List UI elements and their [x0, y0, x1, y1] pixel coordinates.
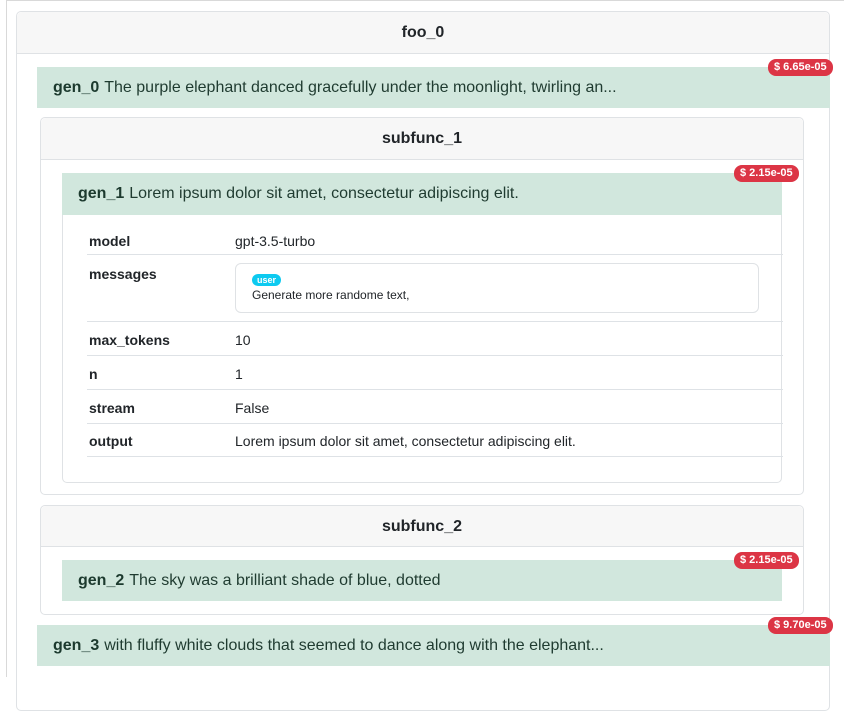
n-key: n	[89, 366, 98, 382]
gen-1-bar[interactable]: gen_1 Lorem ipsum dolor sit amet, consec…	[62, 173, 782, 215]
model-key: model	[89, 233, 131, 249]
gen-3-text: with fluffy white clouds that seemed to …	[104, 636, 604, 654]
message-text: Generate more randome text,	[252, 288, 410, 302]
foo-0-title: foo_0	[401, 24, 445, 41]
subfunc-1-header[interactable]: subfunc_1	[41, 118, 803, 160]
gen-1-details: model gpt-3.5-turbo messages user Genera…	[62, 215, 783, 483]
output-key: output	[89, 433, 133, 449]
message-box: user Generate more randome text,	[235, 263, 759, 313]
gen-0-name: gen_0	[53, 78, 100, 96]
gen-1-text: Lorem ipsum dolor sit amet, consectetur …	[129, 185, 519, 202]
n-value: 1	[235, 366, 243, 382]
gen-1-name: gen_1	[78, 185, 125, 202]
frame-top-border	[6, 0, 844, 1]
detail-row-stream: stream False	[87, 390, 783, 424]
foo-0-header[interactable]: foo_0	[17, 12, 829, 54]
gen-0-cost-badge: $ 6.65e-05	[768, 59, 833, 76]
subfunc-2-header[interactable]: subfunc_2	[41, 506, 803, 547]
detail-row-n: n 1	[87, 356, 783, 390]
gen-1-cost-badge: $ 2.15e-05	[734, 165, 799, 182]
stream-key: stream	[89, 400, 135, 416]
gen-0-text: The purple elephant danced gracefully un…	[104, 78, 617, 96]
model-value: gpt-3.5-turbo	[235, 233, 316, 249]
output-value: Lorem ipsum dolor sit amet, consectetur …	[235, 433, 576, 449]
subfunc-2-title: subfunc_2	[381, 518, 462, 535]
subfunc-1-title: subfunc_1	[381, 130, 462, 147]
stream-value: False	[235, 400, 270, 416]
gen-3-bar[interactable]: gen_3 with fluffy white clouds that seem…	[37, 625, 830, 666]
gen-2-cost-badge: $ 2.15e-05	[734, 552, 799, 569]
gen-3-name: gen_3	[53, 636, 100, 654]
detail-row-messages: messages user Generate more randome text…	[87, 255, 783, 322]
gen-2-name: gen_2	[78, 571, 125, 589]
detail-row-max-tokens: max_tokens 10	[87, 322, 783, 356]
user-role-badge: user	[252, 274, 282, 286]
frame-left-border	[6, 0, 7, 677]
gen-0-bar[interactable]: gen_0 The purple elephant danced gracefu…	[37, 67, 830, 108]
messages-key: messages	[89, 266, 157, 282]
detail-row-model: model gpt-3.5-turbo	[87, 215, 783, 255]
max-tokens-key: max_tokens	[89, 332, 170, 348]
detail-row-output: output Lorem ipsum dolor sit amet, conse…	[87, 424, 783, 457]
gen-2-text: The sky was a brilliant shade of blue, d…	[129, 571, 441, 589]
max-tokens-value: 10	[235, 332, 251, 348]
gen-3-cost-badge: $ 9.70e-05	[768, 617, 833, 634]
gen-2-bar[interactable]: gen_2 The sky was a brilliant shade of b…	[62, 560, 782, 601]
